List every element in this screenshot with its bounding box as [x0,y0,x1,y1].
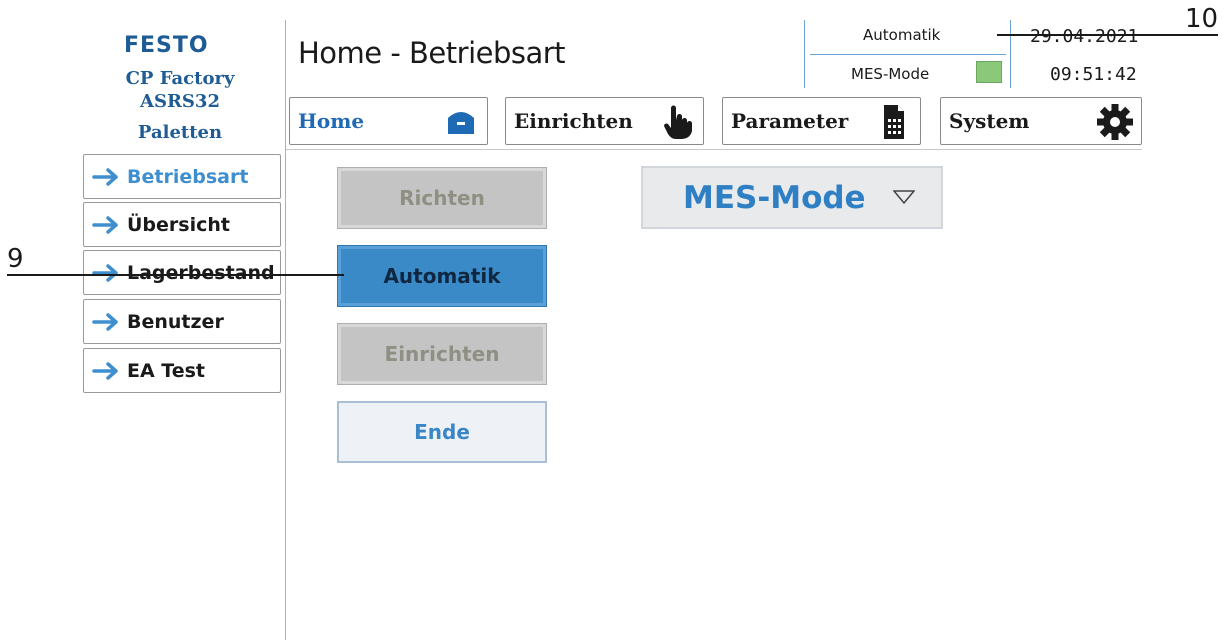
callout-line-left [7,274,344,276]
callout-number-left: 9 [7,244,24,274]
mes-mode-dropdown[interactable]: MES-Mode [641,166,943,229]
mes-mode-indicator [976,61,1002,83]
sidebar-item-betriebsart[interactable]: Betriebsart [83,154,281,199]
tab-label: Einrichten [514,109,633,133]
tab-home[interactable]: Home [289,97,488,145]
tab-label: System [949,109,1030,133]
mes-mode-label: MES-Mode [851,65,930,83]
sidebar-item-label: Übersicht [127,213,230,236]
arrow-right-icon [92,263,118,282]
station-title-line2: ASRS32 [140,91,220,112]
sidebar-item-label: Betriebsart [127,165,249,188]
tab-label: Home [298,109,365,133]
sidebar-item-label: Benutzer [127,310,224,333]
tab-parameter[interactable]: Parameter [722,97,921,145]
page-title: Home - Betriebsart [298,36,566,70]
sidebar-item-uebersicht[interactable]: Übersicht [83,202,281,247]
sidebar-item-ea-test[interactable]: EA Test [83,348,281,393]
arrow-right-icon [92,167,118,186]
arrow-right-icon [92,312,118,331]
nav-separator [286,149,1142,150]
home-icon [448,112,474,134]
callout-line-right [997,34,1218,36]
svg-text:FESTO: FESTO [124,33,209,56]
current-date: 29.04.2021 [1030,26,1139,47]
station-title-line3: Paletten [137,122,223,143]
sidebar-item-label: EA Test [127,359,206,382]
chevron-down-icon [893,190,915,204]
tab-system[interactable]: System [940,97,1142,145]
mode-button-einrichten[interactable]: Einrichten [337,323,547,385]
status-divider-middle [810,54,1006,55]
mode-button-automatik[interactable]: Automatik [337,245,547,307]
tab-einrichten[interactable]: Einrichten [505,97,704,145]
sidebar-item-benutzer[interactable]: Benutzer [83,299,281,344]
mes-mode-dropdown-value: MES-Mode [683,179,866,216]
gear-icon [1097,104,1133,140]
sidebar-divider [285,20,286,640]
hand-pointer-icon [664,105,693,139]
callout-number-right: 10 [1185,4,1219,34]
current-time: 09:51:42 [1050,64,1137,85]
station-title-line1: CP Factory [125,68,235,89]
status-divider-right [1010,20,1011,88]
tab-label: Parameter [731,109,849,133]
arrow-right-icon [92,361,118,380]
mode-button-ende[interactable]: Ende [337,401,547,463]
festo-logo: FESTO [124,33,209,56]
operating-mode-status: Automatik [863,26,941,44]
arrow-right-icon [92,215,118,234]
sidebar-item-lagerbestand[interactable]: Lagerbestand [83,250,281,295]
sidebar-item-label: Lagerbestand [127,261,275,284]
document-calculator-icon [884,105,904,139]
mode-button-richten[interactable]: Richten [337,167,547,229]
status-divider-left [804,20,805,88]
